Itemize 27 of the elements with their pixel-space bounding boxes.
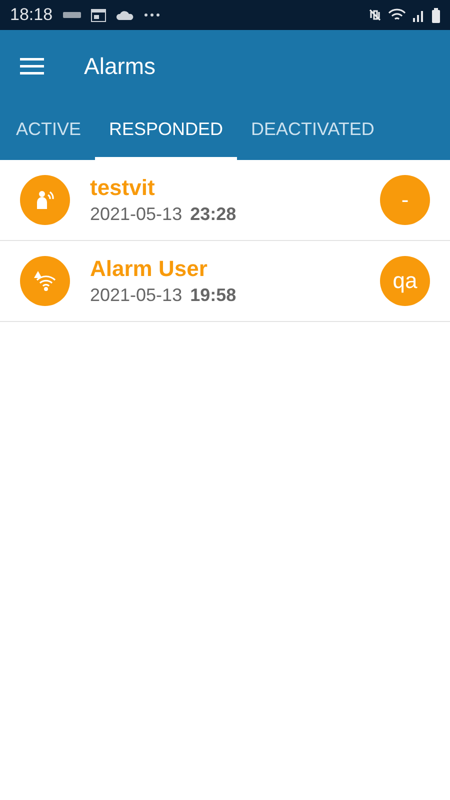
- responder-badge: qa: [380, 256, 430, 306]
- menu-button[interactable]: [20, 57, 44, 75]
- notification-logo-icon: [62, 12, 81, 18]
- alarm-wifi-icon: [33, 270, 57, 292]
- vibrate-off-icon: [368, 8, 382, 22]
- tab[interactable]: DEACTIVATED: [237, 102, 388, 160]
- cloud-icon: [116, 10, 134, 20]
- alarm-name: Alarm User: [90, 256, 208, 282]
- person-signal-icon: [35, 189, 55, 211]
- battery-icon: [432, 8, 440, 22]
- tab[interactable]: ACTIVE: [2, 102, 96, 160]
- alarm-row[interactable]: testvit 2021-05-13 23:28 -: [0, 160, 450, 241]
- menu-icon: [20, 57, 44, 75]
- signal-icon: [412, 8, 426, 22]
- alarm-time: 23:28: [190, 204, 236, 225]
- app-title: Alarms: [84, 52, 156, 80]
- more-icon: [144, 13, 160, 17]
- tab[interactable]: RESPONDED: [95, 102, 238, 160]
- alarm-time: 19:58: [190, 285, 236, 306]
- alarm-date: 2021-05-13: [90, 285, 182, 306]
- alarm-name: testvit: [90, 175, 156, 201]
- responder-badge: -: [380, 175, 430, 225]
- status-time: 18:18: [10, 5, 53, 25]
- wifi-icon: [388, 8, 406, 22]
- alarm-row[interactable]: Alarm User 2021-05-13 19:58 qa: [0, 241, 450, 322]
- calendar-icon: [90, 8, 106, 22]
- alarm-date: 2021-05-13: [90, 204, 182, 225]
